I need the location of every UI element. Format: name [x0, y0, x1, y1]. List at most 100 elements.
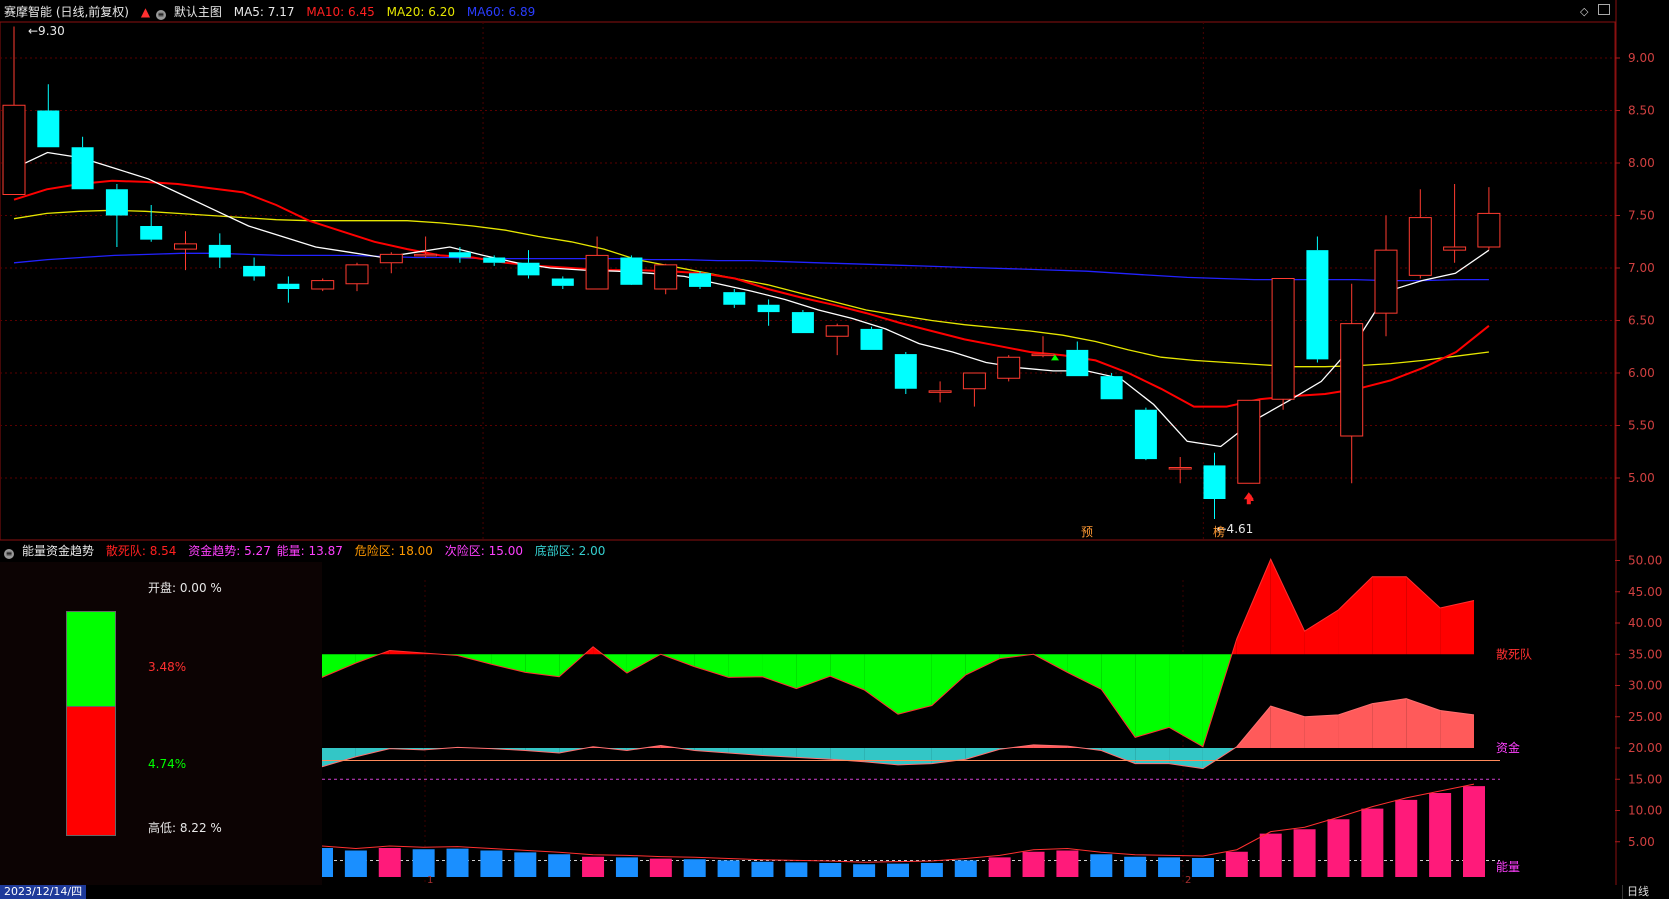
- y-tick-label: 6.50: [1628, 314, 1655, 328]
- energy-bar: [717, 860, 740, 877]
- energy-bar: [412, 849, 435, 877]
- red-bar: [66, 706, 116, 836]
- candle-body: [620, 257, 643, 285]
- candle-body: [825, 325, 849, 337]
- candle-body: [517, 262, 540, 276]
- team-series-label: 散死队: [1496, 646, 1532, 661]
- candle-body: [1306, 250, 1329, 360]
- fund-area: [1169, 748, 1203, 769]
- candle-body: [757, 304, 780, 313]
- candle-body: [1203, 465, 1226, 499]
- candlestick-chart[interactable]: 5.00 5.50 6.00 6.50 7.00 7.50 8.00 8.50 9.00 ←9.3…: [0, 0, 1669, 540]
- energy-bar: [1056, 850, 1079, 877]
- candle-body: [105, 189, 128, 216]
- candle-body: [2, 104, 26, 195]
- energy-bar: [1225, 851, 1248, 877]
- candle-body: [277, 283, 300, 289]
- fund-area: [1372, 698, 1407, 748]
- buy-arrow-icon: [1243, 492, 1254, 505]
- energy-bar: [1158, 857, 1181, 877]
- red-pct: 4.74%: [148, 757, 187, 771]
- team-area: [322, 654, 356, 678]
- team-area: [965, 654, 1000, 675]
- energy-bar: [514, 852, 537, 877]
- energy-bar: [649, 858, 672, 877]
- fund-area: [1440, 710, 1474, 748]
- high-low-pct: 高低: 8.22 %: [148, 821, 222, 835]
- team-area: [728, 654, 763, 678]
- y-tick-label: 25.00: [1628, 710, 1662, 724]
- main-frame: [0, 21, 1616, 540]
- left-info-panel: 开盘: 0.00 % 3.48% 4.74% 高低: 8.22 %: [0, 562, 322, 885]
- candle-body: [551, 278, 574, 286]
- y-tick-label: 10.00: [1628, 804, 1662, 818]
- energy-bar: [954, 860, 977, 877]
- energy-bar: [1124, 856, 1147, 877]
- y-tick-label: 45.00: [1628, 585, 1662, 599]
- energy-bar: [548, 854, 571, 877]
- team-area: [830, 654, 865, 690]
- energy-bar: [615, 857, 638, 877]
- candle-body: [311, 280, 335, 290]
- team-area: [1067, 654, 1102, 690]
- energy-bar: [1259, 833, 1282, 877]
- high-label: ←9.30: [28, 24, 65, 38]
- green-bar: [66, 611, 116, 707]
- period-tab[interactable]: 日线: [1622, 885, 1653, 899]
- energy-bar: [1090, 854, 1113, 877]
- candle-body: [1168, 467, 1192, 470]
- y-tick-label: 15.00: [1628, 772, 1662, 786]
- ma-line-ma5: [13, 151, 1490, 448]
- energy-bar: [1429, 793, 1452, 877]
- team-area: [1304, 609, 1339, 655]
- open-pct: 开盘: 0.00 %: [148, 581, 222, 595]
- green-pct: 3.48%: [148, 660, 187, 674]
- energy-bar: [1327, 819, 1350, 877]
- y-tick-label: 6.00: [1628, 366, 1655, 380]
- team-area: [1440, 600, 1474, 655]
- candle-body: [1100, 376, 1123, 400]
- y-tick-label: 50.00: [1628, 554, 1662, 568]
- candle-body: [208, 244, 231, 258]
- team-area: [1372, 576, 1407, 655]
- candle-body: [791, 312, 814, 334]
- energy-bar: [1463, 786, 1485, 877]
- candle-body: [1408, 217, 1432, 276]
- energy-bar: [1395, 799, 1418, 877]
- team-area: [898, 654, 932, 715]
- energy-bar: [344, 850, 367, 877]
- energy-series-label: 能量: [1496, 860, 1520, 874]
- y-tick-label: 5.50: [1628, 419, 1655, 433]
- y-tick-label: 30.00: [1628, 679, 1662, 693]
- candle-body: [928, 390, 952, 393]
- candle-body: [243, 265, 266, 277]
- mark-board: 榜: [1213, 524, 1225, 539]
- energy-bar: [683, 859, 706, 877]
- team-area: [694, 654, 729, 678]
- team-area: [1169, 654, 1203, 747]
- candle-body: [483, 257, 506, 263]
- fund-area: [1406, 698, 1441, 748]
- y-tick-label: 40.00: [1628, 616, 1662, 630]
- candle-body: [1237, 399, 1261, 484]
- y-tick-label: 20.00: [1628, 741, 1662, 755]
- candle-body: [962, 372, 986, 390]
- energy-bar: [988, 857, 1011, 877]
- team-area: [762, 654, 797, 689]
- candle-body: [585, 254, 609, 290]
- energy-bar: [378, 848, 401, 877]
- candle-body: [894, 354, 917, 389]
- y-tick-label: 7.50: [1628, 209, 1655, 223]
- energy-bar: [853, 864, 876, 877]
- team-area: [796, 654, 831, 689]
- team-area: [864, 654, 898, 715]
- team-area: [1135, 654, 1170, 738]
- fund-series-label: 资金: [1496, 740, 1520, 755]
- candle-body: [71, 147, 94, 190]
- energy-bar: [785, 862, 808, 877]
- fund-area: [1270, 706, 1305, 748]
- month-label: 2: [1185, 875, 1191, 885]
- y-tick-label: 5.00: [1628, 471, 1655, 485]
- candle-body: [1066, 349, 1089, 377]
- candle-body: [1477, 212, 1501, 248]
